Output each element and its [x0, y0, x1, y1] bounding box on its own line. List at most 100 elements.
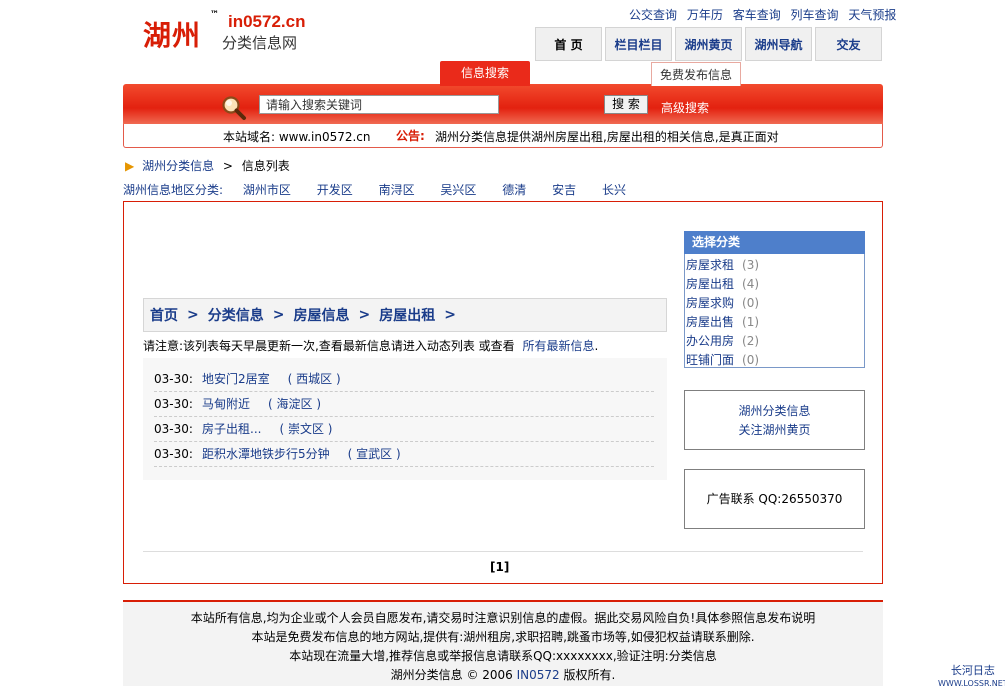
- category-name[interactable]: 房屋出售: [686, 315, 734, 329]
- category-item[interactable]: 房屋求购 (0): [686, 294, 759, 311]
- footer-line-2: 本站是免费发布信息的地方网站,提供有:湖州租房,求职招聘,跳蚤市场等,如侵犯权益…: [251, 630, 755, 644]
- category-item[interactable]: 房屋出售 (1): [686, 313, 759, 330]
- item-area[interactable]: ( 崇文区 ): [279, 422, 332, 436]
- promo-link-classified[interactable]: 湖州分类信息: [738, 404, 810, 418]
- nav-yellow-pages[interactable]: 湖州黄页: [675, 27, 742, 61]
- item-area[interactable]: ( 海淀区 ): [268, 397, 321, 411]
- search-input[interactable]: [259, 95, 499, 114]
- logo-main-text[interactable]: 湖州: [143, 14, 201, 54]
- copyright-text: 湖州分类信息 © 2006: [390, 668, 513, 682]
- region-wuxing[interactable]: 吴兴区: [440, 183, 476, 197]
- list-item: 03-30: 地安门2居室 ( 西城区 ): [154, 367, 654, 392]
- logo-site-domain[interactable]: in0572.cn: [228, 12, 306, 32]
- top-links: 公交查询 万年历 客车查询 列车查询 天气预报: [629, 6, 902, 23]
- tab-info-search[interactable]: 信息搜索: [440, 61, 530, 86]
- breadcrumb-arrow-icon: ▶: [125, 159, 135, 173]
- footer: 本站所有信息,均为企业或个人会员自愿发布,请交易时注意识别信息的虚假。据此交易风…: [123, 602, 883, 686]
- item-date: 03-30:: [154, 397, 193, 411]
- breadcrumb-sep: >: [222, 159, 233, 173]
- nav-navigation[interactable]: 湖州导航: [745, 27, 812, 61]
- item-date: 03-30:: [154, 422, 193, 436]
- top-link-coach[interactable]: 客车查询: [733, 8, 781, 22]
- notice-label: 公告:: [396, 129, 425, 143]
- top-link-calendar[interactable]: 万年历: [687, 8, 723, 22]
- item-title[interactable]: 马甸附近: [202, 397, 250, 411]
- region-anji[interactable]: 安吉: [552, 183, 576, 197]
- crumb-sep: >: [444, 307, 456, 323]
- category-title: 选择分类: [684, 231, 865, 254]
- category-count: (0): [742, 353, 760, 367]
- search-button[interactable]: 搜 索: [604, 95, 648, 114]
- notice-text: 湖州分类信息提供湖州房屋出租,房屋出租的相关信息,是真正面对: [435, 130, 779, 144]
- listing-list: 03-30: 地安门2居室 ( 西城区 ) 03-30: 马甸附近 ( 海淀区 ) 03…: [143, 358, 667, 480]
- category-item[interactable]: 办公用房 (2): [686, 332, 759, 349]
- copyright-tail: 版权所有.: [563, 668, 616, 682]
- advanced-search-link[interactable]: 高级搜索: [661, 99, 709, 116]
- top-link-train[interactable]: 列车查询: [791, 8, 839, 22]
- crumb-sep: >: [187, 307, 199, 323]
- promo-box: 湖州分类信息 关注湖州黄页: [684, 390, 865, 450]
- nav-dating[interactable]: 交友: [815, 27, 882, 61]
- category-item[interactable]: 房屋出租 (4): [686, 275, 759, 292]
- breadcrumb-home[interactable]: 湖州分类信息: [142, 159, 214, 173]
- region-nanxun[interactable]: 南浔区: [379, 183, 415, 197]
- category-item[interactable]: 旺铺门面 (0): [686, 351, 759, 368]
- category-item[interactable]: 房屋求租 (3): [686, 256, 759, 273]
- region-deqing[interactable]: 德清: [502, 183, 526, 197]
- footer-line-3: 本站现在流量大增,推荐信息或举报信息请联系QQ:xxxxxxxx,验证注明:分类…: [289, 649, 717, 663]
- crumb-sep: >: [358, 307, 371, 323]
- breadcrumb: ▶ 湖州分类信息 > 信息列表: [125, 157, 290, 174]
- breadcrumb-current: 信息列表: [241, 159, 290, 173]
- update-tip: 请注意:该列表每天早晨更新一次,查看最新信息请进入动态列表 或查看 所有最新信息…: [143, 337, 598, 354]
- category-name[interactable]: 旺铺门面: [686, 353, 734, 367]
- ad-contact-text: 广告联系 QQ:26550370: [706, 492, 843, 506]
- main-nav: 首 页 栏目栏目 湖州黄页 湖州导航 交友: [535, 27, 882, 61]
- top-link-weather[interactable]: 天气预报: [848, 8, 896, 22]
- footer-line-4: 湖州分类信息 © 2006 IN0572 版权所有.: [123, 666, 883, 685]
- item-area[interactable]: ( 宣武区 ): [348, 447, 401, 461]
- category-name[interactable]: 房屋求购: [686, 296, 734, 310]
- item-area[interactable]: ( 西城区 ): [288, 372, 341, 386]
- region-changxing[interactable]: 长兴: [602, 183, 626, 197]
- item-title[interactable]: 地安门2居室: [202, 372, 270, 386]
- crumb-housing[interactable]: 房屋信息: [293, 305, 349, 325]
- category-count: (4): [742, 277, 760, 291]
- list-item: 03-30: 马甸附近 ( 海淀区 ): [154, 392, 654, 417]
- region-label: 湖州信息地区分类:: [123, 183, 224, 197]
- category-count: (1): [742, 315, 760, 329]
- free-post-button[interactable]: 免费发布信息: [651, 62, 741, 86]
- crumb-rent[interactable]: 房屋出租: [379, 305, 435, 325]
- category-crumb: 首页 > 分类信息 > 房屋信息 > 房屋出租 >: [143, 298, 667, 332]
- tip-end: .: [594, 339, 599, 353]
- crumb-classified[interactable]: 分类信息: [208, 305, 264, 325]
- nav-columns[interactable]: 栏目栏目: [605, 27, 672, 61]
- category-count: (0): [742, 296, 760, 310]
- magnifier-icon: [221, 95, 246, 120]
- item-date: 03-30:: [154, 447, 193, 461]
- latest-info-link[interactable]: 所有最新信息: [523, 339, 595, 353]
- ad-contact-box: 广告联系 QQ:26550370: [684, 469, 865, 529]
- list-item: 03-30: 房子出租... ( 崇文区 ): [154, 417, 654, 442]
- nav-home[interactable]: 首 页: [535, 27, 602, 61]
- footer-line-1: 本站所有信息,均为企业或个人会员自愿发布,请交易时注意识别信息的虚假。据此交易风…: [190, 611, 816, 625]
- item-title[interactable]: 房子出租...: [202, 422, 261, 436]
- region-city[interactable]: 湖州市区: [243, 183, 291, 197]
- category-count: (3): [742, 258, 760, 272]
- watermark-url: WWW.LOSSR.NET: [938, 679, 1005, 688]
- pagination[interactable]: [1]: [490, 560, 509, 574]
- crumb-sep: >: [272, 307, 285, 323]
- category-name[interactable]: 房屋出租: [686, 277, 734, 291]
- promo-link-yellowpages[interactable]: 关注湖州黄页: [738, 423, 810, 437]
- crumb-home[interactable]: 首页: [150, 305, 178, 325]
- watermark: 长河日志 WWW.LOSSR.NET: [938, 665, 1005, 690]
- category-name[interactable]: 房屋求租: [686, 258, 734, 272]
- copyright-link[interactable]: IN0572: [517, 668, 560, 682]
- top-link-bus[interactable]: 公交查询: [629, 8, 677, 22]
- category-count: (2): [742, 334, 760, 348]
- region-devzone[interactable]: 开发区: [317, 183, 353, 197]
- region-filter: 湖州信息地区分类: 湖州市区 开发区 南浔区 吴兴区 德清 安吉 长兴: [123, 181, 626, 198]
- list-item: 03-30: 距积水潭地铁步行5分钟 ( 宣武区 ): [154, 442, 654, 467]
- category-name[interactable]: 办公用房: [686, 334, 734, 348]
- item-title[interactable]: 距积水潭地铁步行5分钟: [202, 447, 330, 461]
- logo-trademark: ™: [210, 10, 219, 20]
